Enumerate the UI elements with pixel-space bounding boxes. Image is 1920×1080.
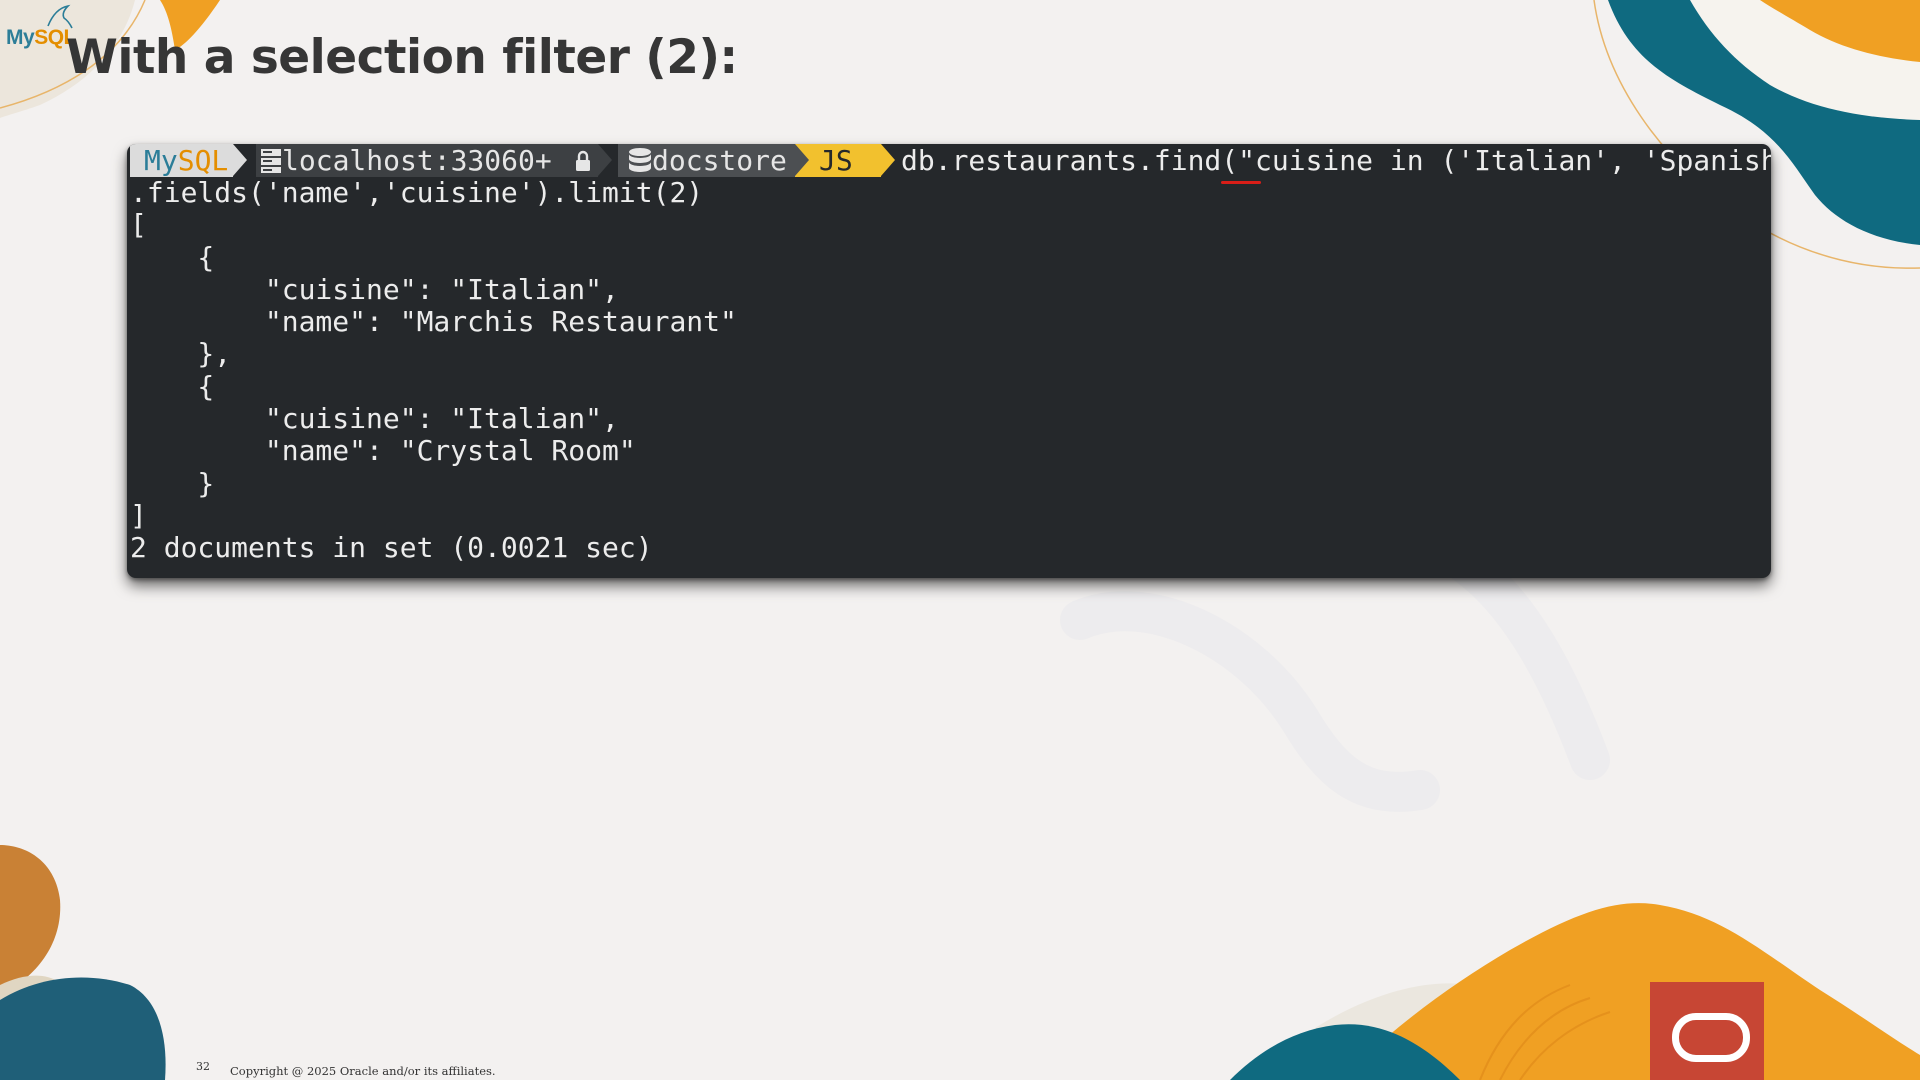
command-output: .fields('name','cuisine').limit(2) [ { "… [130,176,737,565]
prompt-mode-my: My [144,144,178,177]
prompt-arrow-1 [233,144,247,176]
prompt-mode-sql: SQL [177,144,229,177]
prompt-arrow-3 [795,144,809,176]
page-number: 32 [196,1060,210,1073]
prompt-schema: docstore [652,144,787,177]
prompt-arrow-2 [598,144,612,176]
oracle-ring-icon [1672,1013,1750,1062]
database-icon [629,148,651,172]
prompt-host: localhost:33060+ [282,144,552,177]
output-line: 2 documents in set (0.0021 sec) [130,531,653,565]
output-line: "name": "Marchis Restaurant" [130,305,737,339]
slide-title: With a selection filter (2): [66,30,738,85]
copyright-notice: Copyright @ 2025 Oracle and/or its affil… [230,1064,496,1078]
corner-blob-bottom-left-teal [0,977,166,1080]
lock-icon [575,150,590,171]
output-line: { [130,240,215,274]
output-line: ] [130,498,147,532]
shell-command: db.restaurants.find("cuisine in ('Italia… [901,144,1771,177]
corner-blob-bottom-left-orange [0,845,61,995]
watermark-swirl [1060,540,1610,812]
in-keyword-underline [1221,181,1261,184]
output-line: "cuisine": "Italian", [130,402,619,436]
output-line: .fields('name','cuisine').limit(2) [130,176,704,209]
prompt-arrow-4 [881,144,895,176]
output-line: { [130,369,215,403]
prompt-schema-segment: docstore [618,144,795,177]
oracle-logo [1650,982,1764,1080]
prompt-mode-segment: MySQL [130,144,233,177]
prompt-mode-label: MySQL [130,144,228,177]
output-line: }, [130,337,232,371]
output-line: "cuisine": "Italian", [130,272,619,306]
server-icon [261,149,281,173]
output-line: "name": "Crystal Room" [130,434,636,468]
output-line: } [130,466,215,500]
logo-my: My [6,26,35,49]
terminal-window: MySQL localhost:33060+ docstore JS db.re… [127,144,1771,578]
output-line: [ [130,208,147,242]
prompt-host-segment: localhost:33060+ [256,144,598,177]
